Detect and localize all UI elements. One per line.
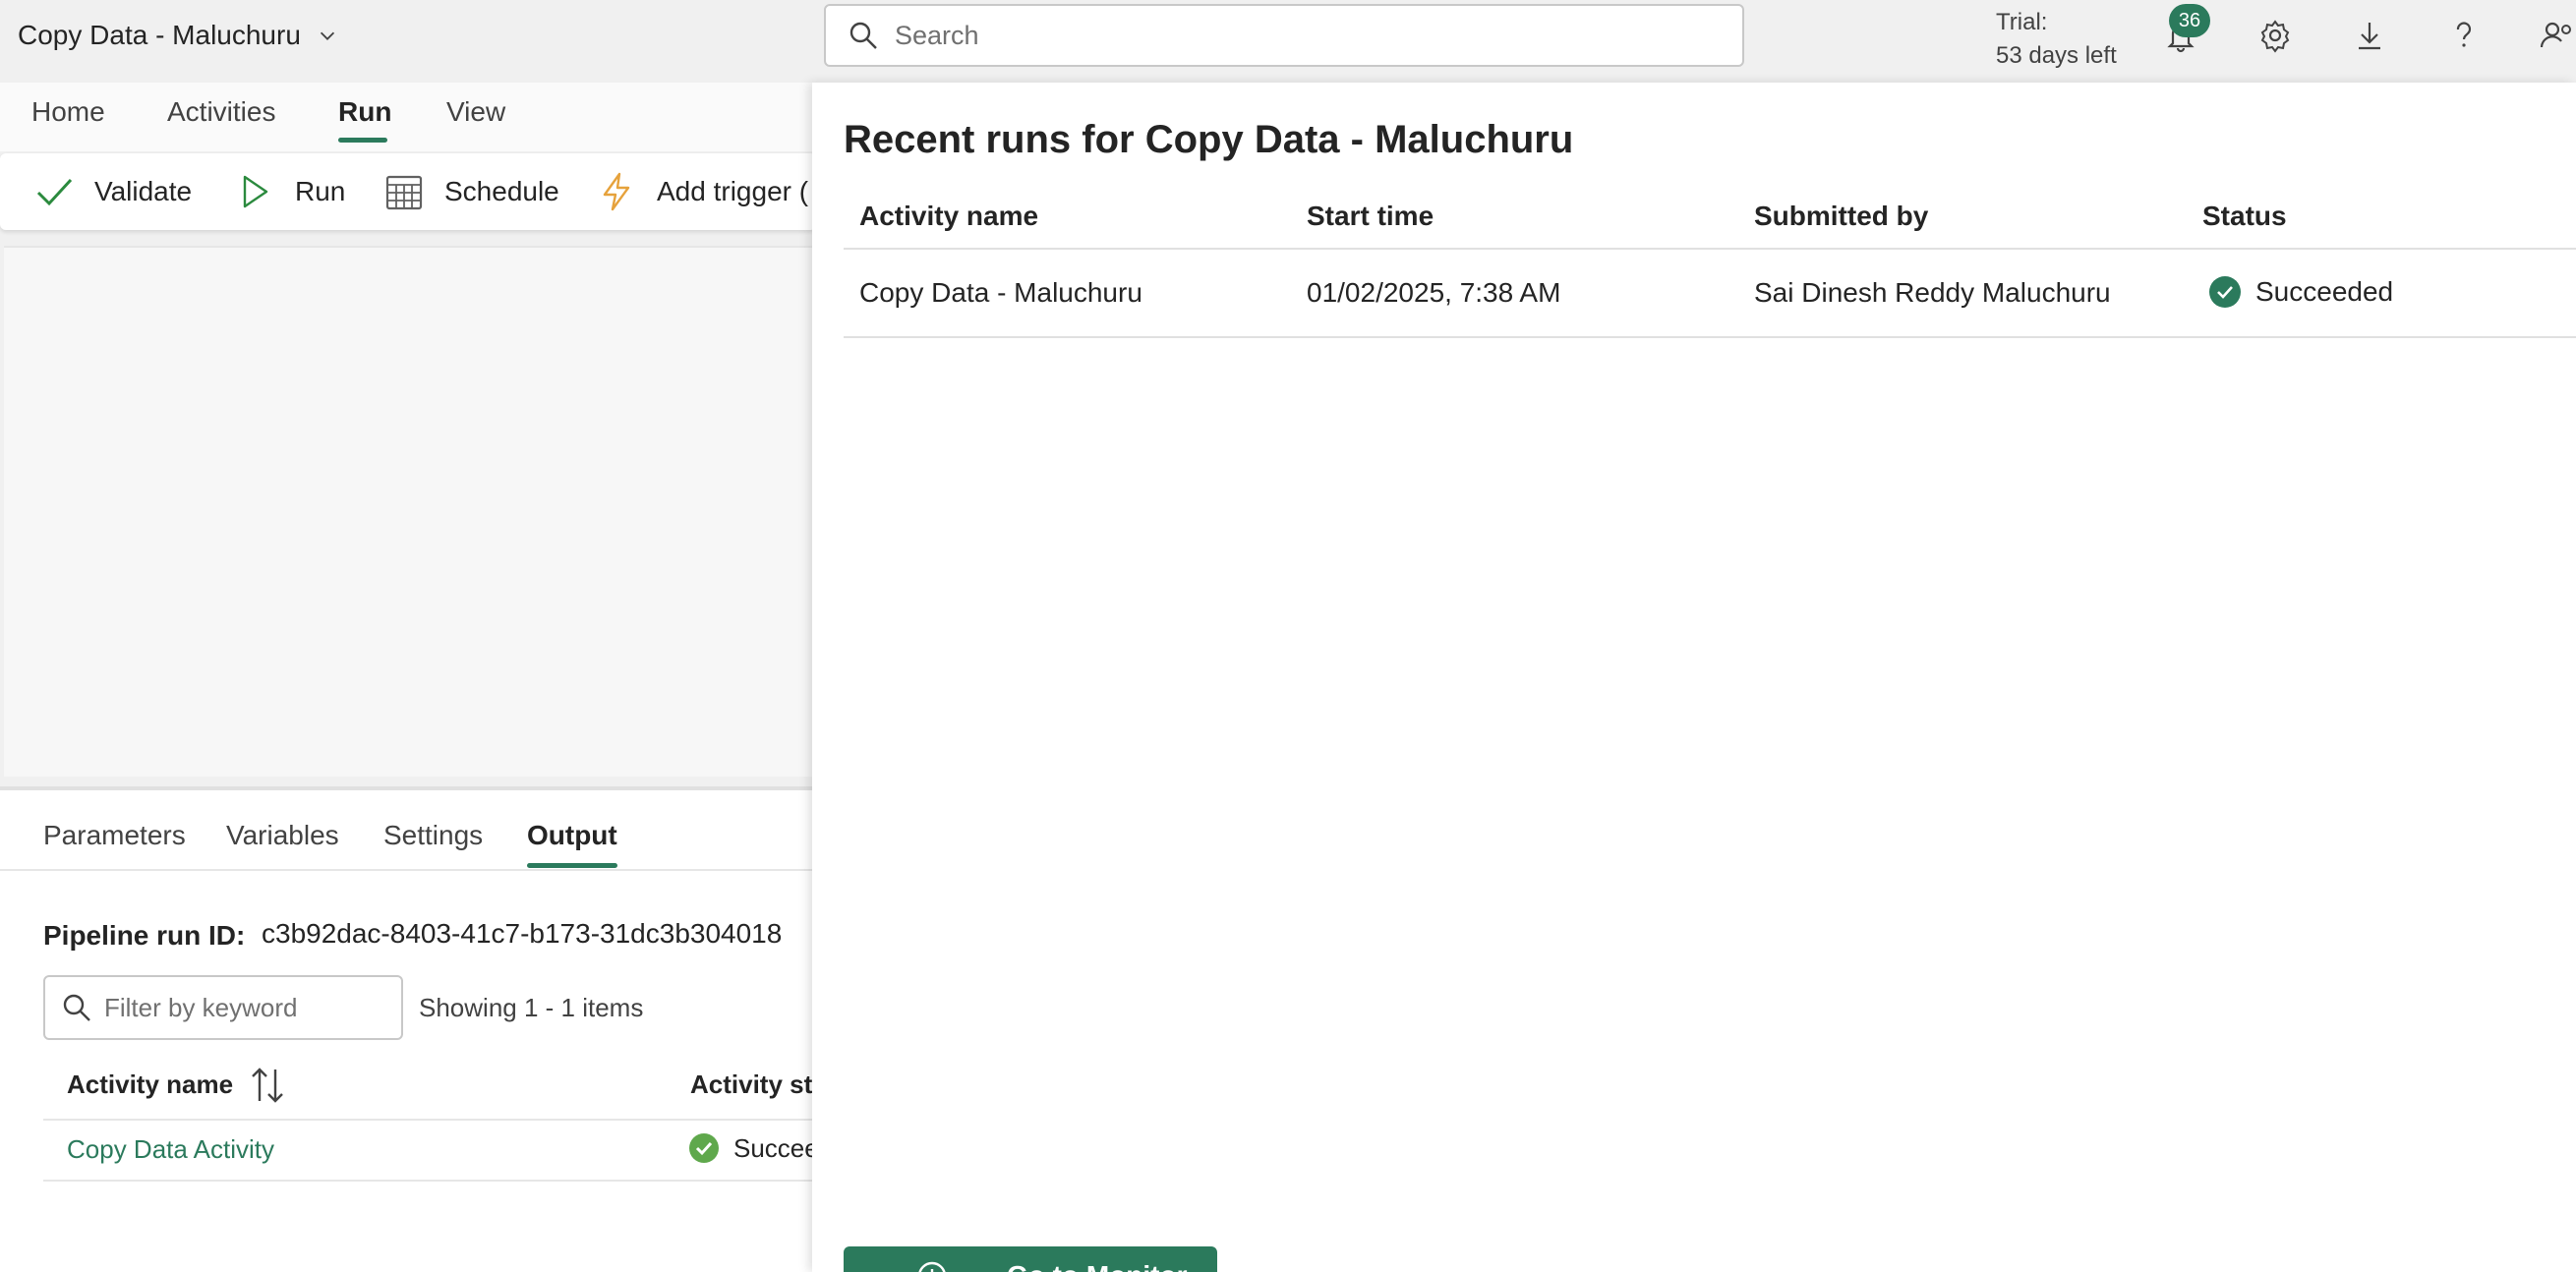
showing-count: Showing 1 - 1 items <box>419 993 644 1022</box>
download-icon <box>2352 18 2387 53</box>
ribbon-toolbar: Validate Run Schedule Add trigger ( <box>0 153 816 230</box>
tab-run[interactable]: Run <box>338 96 391 128</box>
run-status: Succeeded <box>2208 275 2393 309</box>
pipeline-title-dropdown[interactable]: Copy Data - Maluchuru <box>18 20 338 51</box>
column-header-start-time: Start time <box>1307 201 1434 231</box>
tab-divider <box>0 869 816 871</box>
table-divider <box>844 248 2576 250</box>
settings-button[interactable] <box>2255 16 2295 55</box>
play-icon <box>234 171 275 212</box>
search-icon <box>848 20 879 51</box>
activity-status: Succee <box>688 1132 819 1164</box>
checkmark-icon <box>33 171 75 212</box>
run-submitted-by: Sai Dinesh Reddy Maluchuru <box>1754 277 2111 308</box>
run-status-text: Succeeded <box>2255 276 2394 307</box>
calendar-icon <box>383 171 425 212</box>
active-tab-indicator <box>527 863 617 868</box>
download-button[interactable] <box>2350 16 2389 55</box>
sort-icon[interactable] <box>250 1066 285 1105</box>
column-header-status: Status <box>2202 201 2287 231</box>
active-tab-indicator <box>338 138 387 143</box>
pipeline-canvas[interactable] <box>4 246 816 777</box>
notification-badge: 36 <box>2169 4 2210 37</box>
activity-status-text: Succee <box>733 1132 819 1163</box>
trial-days-left: 53 days left <box>1996 42 2117 69</box>
column-header-submitted-by: Submitted by <box>1754 201 1929 231</box>
schedule-button[interactable]: Schedule <box>383 171 559 212</box>
search-input[interactable] <box>895 20 1701 51</box>
validate-label: Validate <box>94 176 193 206</box>
tab-settings[interactable]: Settings <box>383 820 483 851</box>
schedule-label: Schedule <box>444 176 559 206</box>
trial-label: Trial: <box>1996 9 2048 35</box>
validate-button[interactable]: Validate <box>33 171 192 212</box>
filter-box[interactable] <box>43 975 403 1040</box>
recent-runs-panel: Recent runs for Copy Data - Maluchuru Ac… <box>812 83 2576 1272</box>
search-box[interactable] <box>824 4 1744 67</box>
bottom-panel: Parameters Variables Settings Output Pip… <box>0 786 827 1272</box>
run-activity-name[interactable]: Copy Data - Maluchuru <box>859 277 1142 309</box>
go-to-monitor-label: Go to Monitor <box>1007 1260 1188 1272</box>
run-label: Run <box>295 176 346 206</box>
chevron-down-icon <box>317 25 338 46</box>
tab-output[interactable]: Output <box>527 820 617 851</box>
lightning-icon <box>596 171 637 212</box>
go-to-monitor-button[interactable]: Go to Monitor <box>844 1246 1217 1272</box>
tab-home[interactable]: Home <box>31 96 105 128</box>
pipeline-title: Copy Data - Maluchuru <box>18 20 301 50</box>
tab-activities[interactable]: Activities <box>167 96 275 128</box>
account-button[interactable] <box>2537 16 2576 55</box>
tab-parameters[interactable]: Parameters <box>43 820 186 851</box>
tab-variables[interactable]: Variables <box>226 820 339 851</box>
column-header-activity-name[interactable]: Activity name <box>67 1070 233 1100</box>
success-check-icon <box>2208 275 2242 309</box>
panel-title: Recent runs for Copy Data - Maluchuru <box>844 118 1574 161</box>
column-header-activity-status[interactable]: Activity sta <box>690 1070 827 1100</box>
table-divider <box>844 336 2576 338</box>
ribbon-tabs: Home Activities Run View <box>0 83 816 151</box>
people-settings-icon <box>2539 18 2574 53</box>
gear-icon <box>2257 18 2293 53</box>
add-trigger-label: Add trigger ( <box>657 176 809 206</box>
top-bar: Copy Data - Maluchuru Trial: 53 days lef… <box>0 0 2576 83</box>
activity-link[interactable]: Copy Data Activity <box>67 1134 274 1165</box>
column-header-activity-name: Activity name <box>859 201 1039 231</box>
tab-view[interactable]: View <box>446 96 505 128</box>
run-start-time: 01/02/2025, 7:38 AM <box>1307 277 1561 308</box>
pipeline-run-id-label: Pipeline run ID: <box>43 920 246 951</box>
help-button[interactable] <box>2444 16 2484 55</box>
table-divider <box>43 1180 816 1182</box>
question-mark-icon <box>2446 18 2482 53</box>
search-icon <box>61 992 92 1023</box>
trial-info: Trial: 53 days left <box>1996 6 2117 73</box>
success-check-icon <box>688 1132 720 1164</box>
pipeline-run-id-value: c3b92dac-8403-41c7-b173-31dc3b304018 <box>262 918 783 949</box>
run-button[interactable]: Run <box>234 171 345 212</box>
add-trigger-button[interactable]: Add trigger ( <box>596 171 808 212</box>
filter-input[interactable] <box>104 992 389 1023</box>
table-divider <box>43 1119 816 1121</box>
